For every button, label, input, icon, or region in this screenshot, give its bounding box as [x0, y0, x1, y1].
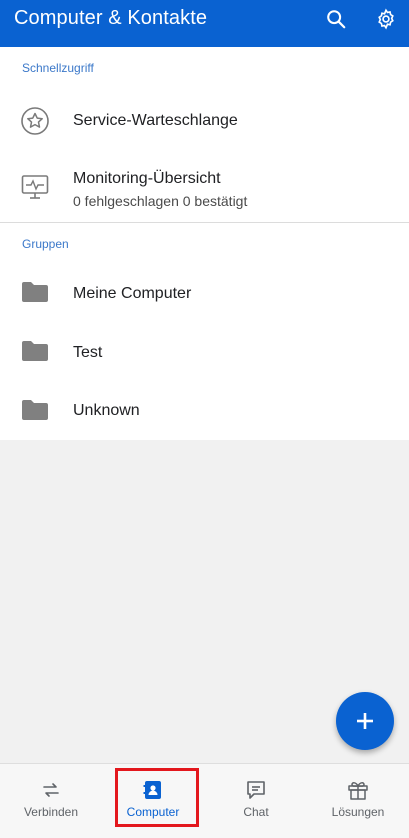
app-bar: Computer & Kontakte	[0, 0, 409, 47]
nav-item-loesungen[interactable]: Lösungen	[307, 764, 409, 838]
nav-label: Verbinden	[23, 805, 79, 819]
gift-icon	[307, 778, 409, 802]
nav-label: Lösungen	[331, 805, 385, 819]
nav-item-chat[interactable]: Chat	[205, 764, 307, 838]
folder-icon	[20, 277, 50, 307]
list-item-label: Test	[73, 344, 103, 361]
folder-icon	[20, 395, 50, 425]
gear-icon[interactable]	[373, 6, 399, 32]
folder-icon	[20, 336, 50, 366]
chat-icon	[205, 778, 307, 802]
nav-label: Chat	[243, 805, 269, 819]
page-title: Computer & Kontakte	[14, 7, 208, 29]
list-item-subtitle: 0 fehlgeschlagen 0 bestätigt	[73, 193, 248, 209]
plus-icon	[354, 710, 376, 732]
list-item-label: Service-Warteschlange	[73, 112, 238, 129]
section-header-groups: Gruppen	[22, 237, 69, 251]
bottom-navigation: Verbinden Computer Chat Lösungen	[0, 763, 409, 838]
list-item-label: Unknown	[73, 402, 140, 419]
section-divider	[0, 222, 409, 223]
monitor-pulse-icon	[20, 172, 50, 202]
search-icon[interactable]	[323, 6, 349, 32]
add-button[interactable]	[336, 692, 394, 750]
star-circle-icon	[20, 106, 50, 136]
section-header-quick-access: Schnellzugriff	[22, 61, 94, 75]
highlight-box	[115, 768, 199, 827]
nav-item-verbinden[interactable]: Verbinden	[0, 764, 102, 838]
arrows-swap-icon	[0, 778, 102, 802]
list-item-group-unknown[interactable]: Unknown	[0, 381, 409, 439]
list-item-label: Monitoring-Übersicht	[73, 170, 221, 187]
list-item-monitoring-overview[interactable]: Monitoring-Übersicht 0 fehlgeschlagen 0 …	[0, 155, 409, 220]
list-item-service-queue[interactable]: Service-Warteschlange	[0, 92, 409, 150]
list-item-group-meine-computer[interactable]: Meine Computer	[0, 263, 409, 321]
list-item-label: Meine Computer	[73, 285, 192, 302]
computer-list: Schnellzugriff Service-Warteschlange Mon…	[0, 47, 409, 440]
list-item-group-test[interactable]: Test	[0, 322, 409, 380]
